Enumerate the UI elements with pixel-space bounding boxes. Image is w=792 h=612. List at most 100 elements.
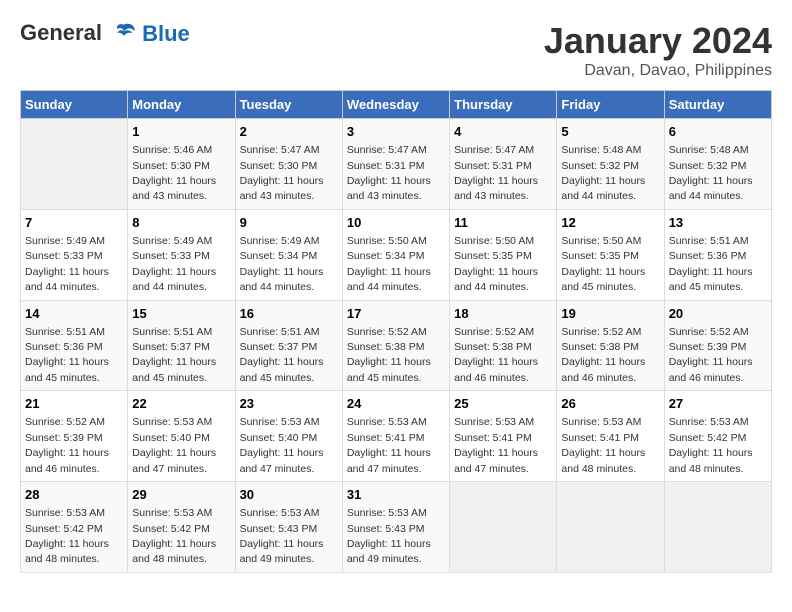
header-friday: Friday — [557, 91, 664, 119]
day-sunset: Sunset: 5:43 PM — [240, 523, 318, 535]
day-number: 18 — [454, 305, 552, 323]
calendar-cell: 31 Sunrise: 5:53 AM Sunset: 5:43 PM Dayl… — [342, 482, 449, 573]
calendar-cell: 27 Sunrise: 5:53 AM Sunset: 5:42 PM Dayl… — [664, 391, 771, 482]
day-sunrise: Sunrise: 5:47 AM — [240, 144, 320, 156]
day-daylight: Daylight: 11 hours and 45 minutes. — [132, 356, 216, 383]
calendar-cell: 9 Sunrise: 5:49 AM Sunset: 5:34 PM Dayli… — [235, 209, 342, 300]
day-daylight: Daylight: 11 hours and 43 minutes. — [454, 175, 538, 202]
logo-text-blue: Blue — [142, 21, 190, 47]
week-row-4: 21 Sunrise: 5:52 AM Sunset: 5:39 PM Dayl… — [21, 391, 772, 482]
day-sunset: Sunset: 5:37 PM — [240, 341, 318, 353]
day-number: 5 — [561, 123, 659, 141]
day-number: 30 — [240, 486, 338, 504]
day-sunset: Sunset: 5:34 PM — [240, 250, 318, 262]
day-sunrise: Sunrise: 5:53 AM — [240, 416, 320, 428]
header-saturday: Saturday — [664, 91, 771, 119]
day-daylight: Daylight: 11 hours and 47 minutes. — [454, 447, 538, 474]
day-sunset: Sunset: 5:42 PM — [25, 523, 103, 535]
calendar-cell: 11 Sunrise: 5:50 AM Sunset: 5:35 PM Dayl… — [450, 209, 557, 300]
calendar-cell: 3 Sunrise: 5:47 AM Sunset: 5:31 PM Dayli… — [342, 119, 449, 210]
week-row-5: 28 Sunrise: 5:53 AM Sunset: 5:42 PM Dayl… — [21, 482, 772, 573]
calendar-subtitle: Davan, Davao, Philippines — [544, 62, 772, 80]
day-sunrise: Sunrise: 5:53 AM — [240, 507, 320, 519]
day-daylight: Daylight: 11 hours and 45 minutes. — [561, 266, 645, 293]
day-sunrise: Sunrise: 5:53 AM — [347, 507, 427, 519]
day-daylight: Daylight: 11 hours and 47 minutes. — [132, 447, 216, 474]
day-number: 11 — [454, 214, 552, 232]
calendar-cell: 1 Sunrise: 5:46 AM Sunset: 5:30 PM Dayli… — [128, 119, 235, 210]
day-daylight: Daylight: 11 hours and 43 minutes. — [240, 175, 324, 202]
calendar-cell: 22 Sunrise: 5:53 AM Sunset: 5:40 PM Dayl… — [128, 391, 235, 482]
week-row-1: 1 Sunrise: 5:46 AM Sunset: 5:30 PM Dayli… — [21, 119, 772, 210]
day-sunrise: Sunrise: 5:53 AM — [454, 416, 534, 428]
day-number: 3 — [347, 123, 445, 141]
day-daylight: Daylight: 11 hours and 48 minutes. — [669, 447, 753, 474]
day-daylight: Daylight: 11 hours and 44 minutes. — [132, 266, 216, 293]
day-sunset: Sunset: 5:32 PM — [669, 160, 747, 172]
calendar-cell: 6 Sunrise: 5:48 AM Sunset: 5:32 PM Dayli… — [664, 119, 771, 210]
calendar-cell: 16 Sunrise: 5:51 AM Sunset: 5:37 PM Dayl… — [235, 300, 342, 391]
day-sunrise: Sunrise: 5:49 AM — [240, 235, 320, 247]
day-sunset: Sunset: 5:39 PM — [25, 432, 103, 444]
calendar-table: SundayMondayTuesdayWednesdayThursdayFrid… — [20, 90, 772, 573]
day-sunset: Sunset: 5:31 PM — [347, 160, 425, 172]
day-sunset: Sunset: 5:40 PM — [132, 432, 210, 444]
logo-text-general: General — [20, 20, 102, 45]
day-sunset: Sunset: 5:43 PM — [347, 523, 425, 535]
calendar-cell: 20 Sunrise: 5:52 AM Sunset: 5:39 PM Dayl… — [664, 300, 771, 391]
calendar-cell: 4 Sunrise: 5:47 AM Sunset: 5:31 PM Dayli… — [450, 119, 557, 210]
calendar-cell — [21, 119, 128, 210]
day-daylight: Daylight: 11 hours and 49 minutes. — [347, 538, 431, 565]
calendar-cell — [664, 482, 771, 573]
day-number: 16 — [240, 305, 338, 323]
day-sunrise: Sunrise: 5:52 AM — [561, 326, 641, 338]
day-daylight: Daylight: 11 hours and 47 minutes. — [347, 447, 431, 474]
day-sunset: Sunset: 5:38 PM — [347, 341, 425, 353]
day-daylight: Daylight: 11 hours and 48 minutes. — [132, 538, 216, 565]
day-number: 13 — [669, 214, 767, 232]
day-number: 7 — [25, 214, 123, 232]
day-sunrise: Sunrise: 5:51 AM — [25, 326, 105, 338]
day-sunset: Sunset: 5:35 PM — [561, 250, 639, 262]
calendar-cell: 13 Sunrise: 5:51 AM Sunset: 5:36 PM Dayl… — [664, 209, 771, 300]
day-daylight: Daylight: 11 hours and 44 minutes. — [240, 266, 324, 293]
header-wednesday: Wednesday — [342, 91, 449, 119]
calendar-cell: 28 Sunrise: 5:53 AM Sunset: 5:42 PM Dayl… — [21, 482, 128, 573]
day-sunset: Sunset: 5:33 PM — [25, 250, 103, 262]
calendar-cell: 12 Sunrise: 5:50 AM Sunset: 5:35 PM Dayl… — [557, 209, 664, 300]
title-block: January 2024 Davan, Davao, Philippines — [544, 20, 772, 80]
day-number: 24 — [347, 395, 445, 413]
day-sunrise: Sunrise: 5:48 AM — [561, 144, 641, 156]
day-sunrise: Sunrise: 5:53 AM — [669, 416, 749, 428]
day-number: 12 — [561, 214, 659, 232]
day-number: 2 — [240, 123, 338, 141]
day-sunset: Sunset: 5:31 PM — [454, 160, 532, 172]
day-number: 28 — [25, 486, 123, 504]
day-daylight: Daylight: 11 hours and 46 minutes. — [25, 447, 109, 474]
day-sunset: Sunset: 5:41 PM — [561, 432, 639, 444]
calendar-cell: 2 Sunrise: 5:47 AM Sunset: 5:30 PM Dayli… — [235, 119, 342, 210]
logo-bird-icon — [110, 20, 138, 48]
day-daylight: Daylight: 11 hours and 45 minutes. — [25, 356, 109, 383]
day-sunrise: Sunrise: 5:53 AM — [561, 416, 641, 428]
calendar-cell: 7 Sunrise: 5:49 AM Sunset: 5:33 PM Dayli… — [21, 209, 128, 300]
calendar-cell: 14 Sunrise: 5:51 AM Sunset: 5:36 PM Dayl… — [21, 300, 128, 391]
calendar-cell: 21 Sunrise: 5:52 AM Sunset: 5:39 PM Dayl… — [21, 391, 128, 482]
day-sunset: Sunset: 5:38 PM — [561, 341, 639, 353]
day-sunset: Sunset: 5:42 PM — [132, 523, 210, 535]
calendar-cell: 25 Sunrise: 5:53 AM Sunset: 5:41 PM Dayl… — [450, 391, 557, 482]
day-sunrise: Sunrise: 5:52 AM — [347, 326, 427, 338]
day-daylight: Daylight: 11 hours and 45 minutes. — [669, 266, 753, 293]
day-daylight: Daylight: 11 hours and 45 minutes. — [240, 356, 324, 383]
day-sunrise: Sunrise: 5:53 AM — [25, 507, 105, 519]
day-daylight: Daylight: 11 hours and 45 minutes. — [347, 356, 431, 383]
calendar-cell: 8 Sunrise: 5:49 AM Sunset: 5:33 PM Dayli… — [128, 209, 235, 300]
day-daylight: Daylight: 11 hours and 43 minutes. — [347, 175, 431, 202]
day-daylight: Daylight: 11 hours and 46 minutes. — [454, 356, 538, 383]
calendar-cell: 10 Sunrise: 5:50 AM Sunset: 5:34 PM Dayl… — [342, 209, 449, 300]
logo: General Blue — [20, 20, 190, 48]
header-monday: Monday — [128, 91, 235, 119]
day-daylight: Daylight: 11 hours and 44 minutes. — [669, 175, 753, 202]
day-number: 14 — [25, 305, 123, 323]
day-sunrise: Sunrise: 5:50 AM — [347, 235, 427, 247]
